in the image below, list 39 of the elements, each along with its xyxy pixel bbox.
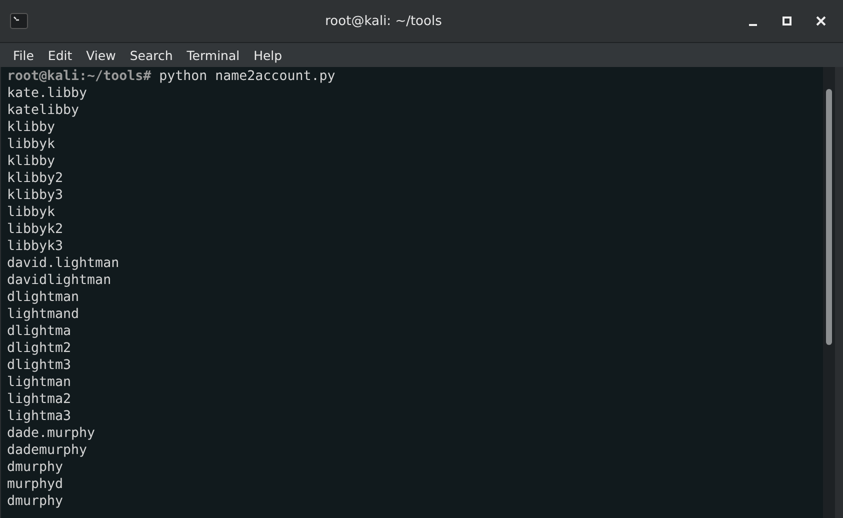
output-line: dlightm2 [7,341,72,356]
output-line: dmurphy [7,494,64,509]
output-line: davidlightman [7,273,112,288]
output-line: dmurphy [7,460,64,475]
output-line: dlightma [7,324,72,339]
menu-item[interactable]: Help [246,46,290,64]
output-line: libbyk [7,205,56,220]
output-line: libbyk [7,137,56,152]
output-line: kate.libby [7,86,88,101]
maximize-icon [782,16,792,26]
window-title: root@kali: ~/tools [324,14,443,28]
output-line: dade.murphy [7,426,96,441]
menu-item[interactable]: Search [122,46,180,64]
shell-prompt: root@kali:~/tools# [7,69,152,84]
output-line: dlightman [7,290,80,305]
menu-item[interactable]: Edit [40,46,80,64]
output-line: katelibby [7,103,80,118]
menu-item[interactable]: Terminal [180,46,247,64]
output-line: libbyk2 [7,222,64,237]
menu-item[interactable]: File [6,46,41,64]
output-line: lightma3 [7,409,72,424]
output-line: klibby2 [7,171,64,186]
output-line: lightma2 [7,392,72,407]
output-line: klibby [7,154,56,169]
output-line: klibby3 [7,188,64,203]
output-line: dademurphy [7,443,88,458]
output-line: murphyd [7,477,64,492]
terminal-icon [10,13,28,29]
output-line: lightman [7,375,72,390]
output-line: libbyk3 [7,239,64,254]
output-line: klibby [7,120,56,135]
output-line: dlightm3 [7,358,72,373]
minimize-icon [749,24,757,26]
output-line: lightmand [7,307,80,322]
menu-item[interactable]: View [79,46,123,64]
command-text: python name2account.py [159,69,336,84]
close-icon [816,16,826,26]
scrollbar[interactable] [823,67,835,518]
output-line: david.lightman [7,256,120,271]
